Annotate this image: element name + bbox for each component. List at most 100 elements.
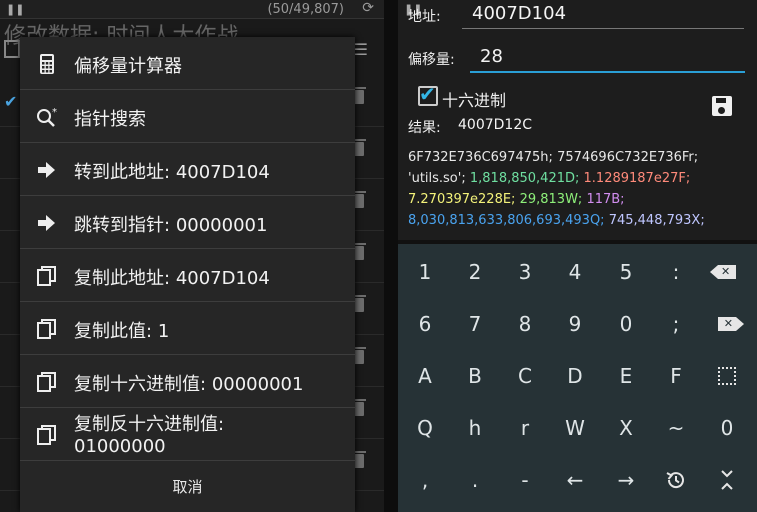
menu-item-value: 01000000 [74, 436, 166, 457]
copy-icon [36, 371, 58, 393]
result-counter: (50/49,807) [267, 2, 344, 17]
key-1[interactable]: 1 [400, 246, 450, 298]
key-minus[interactable]: - [500, 454, 550, 506]
key-5[interactable]: 5 [601, 246, 651, 298]
conversion-value: 745,448,793X; [608, 213, 705, 228]
pointer-search-icon: * [36, 106, 58, 128]
key-4[interactable]: 4 [550, 246, 600, 298]
menu-item-value: 00000001 [211, 374, 304, 395]
key-w[interactable]: W [550, 402, 600, 454]
result-value: 4007D12C [458, 117, 532, 133]
select-all-key[interactable] [702, 350, 752, 402]
backspace-icon [710, 246, 736, 298]
result-label: 结果: [408, 120, 441, 136]
menu-item-label: 复制此地址: [74, 268, 171, 289]
conversion-value: 1.1289187e27F; [583, 171, 691, 186]
conversion-value: 117B; [586, 192, 625, 207]
delete-key[interactable] [702, 298, 752, 350]
key-b[interactable]: B [450, 350, 500, 402]
copy-icon [36, 318, 58, 340]
hex-keyboard: 1 2 3 4 5 : 6 7 8 9 0 ; A B C D E F Q h … [398, 244, 757, 512]
address-input-underline [462, 28, 744, 29]
history-key[interactable] [651, 454, 701, 506]
menu-item-label: 转到此地址: [74, 162, 171, 183]
key-h[interactable]: h [450, 402, 500, 454]
save-icon[interactable] [712, 96, 732, 116]
key-f[interactable]: F [651, 350, 701, 402]
key-a[interactable]: A [400, 350, 450, 402]
key-7[interactable]: 7 [450, 298, 500, 350]
history-icon [666, 472, 684, 489]
cancel-button[interactable]: 取消 [20, 462, 355, 512]
conversion-value: 29,813W; [519, 192, 583, 207]
background-topbar: ❚❚ (50/49,807) ⟳ [0, 0, 384, 19]
key-e[interactable]: E [601, 350, 651, 402]
menu-item-value: 4007D104 [175, 268, 270, 289]
menu-item-offset-calculator[interactable]: 偏移量计算器 [20, 37, 355, 90]
menu-item-jump-to-pointer[interactable]: 跳转到指针: 00000001 [20, 196, 355, 249]
copy-icon [36, 265, 58, 287]
key-comma[interactable]: , [400, 454, 450, 506]
menu-item-value: 00000001 [175, 215, 268, 236]
menu-item-goto-address[interactable]: 转到此地址: 4007D104 [20, 143, 355, 196]
key-8[interactable]: 8 [500, 298, 550, 350]
collapse-icon [721, 470, 733, 490]
key-3[interactable]: 3 [500, 246, 550, 298]
calculator-icon [36, 53, 58, 75]
key-x[interactable]: X [601, 402, 651, 454]
pause-icon[interactable]: ❚❚ [6, 3, 24, 16]
panel-divider [384, 0, 398, 512]
copy-icon [36, 424, 58, 446]
hex-checkbox-label[interactable]: 十六进制 [442, 87, 506, 111]
key-6[interactable]: 6 [400, 298, 450, 350]
conversion-value: 7.270397e228E; [408, 192, 516, 207]
conversion-value: 1,818,850,421D; [469, 171, 580, 186]
menu-item-copy-value[interactable]: 复制此值: 1 [20, 302, 355, 355]
key-c[interactable]: C [500, 350, 550, 402]
key-2[interactable]: 2 [450, 246, 500, 298]
menu-item-copy-hex-value[interactable]: 复制十六进制值: 00000001 [20, 355, 355, 408]
menu-item-label: 跳转到指针: [74, 215, 171, 236]
select-all-icon [718, 367, 736, 385]
menu-item-label: 偏移量计算器 [74, 56, 182, 77]
svg-text:*: * [52, 107, 57, 118]
refresh-icon[interactable]: ⟳ [362, 0, 374, 16]
menu-item-copy-reverse-hex-value[interactable]: 复制反十六进制值: 01000000 [20, 408, 355, 461]
key-period[interactable]: . [450, 454, 500, 506]
address-input[interactable]: 4007D104 [472, 3, 566, 24]
key-9[interactable]: 9 [550, 298, 600, 350]
key-0[interactable]: 0 [601, 298, 651, 350]
key-zero-alt[interactable]: 0 [702, 402, 752, 454]
menu-item-label: 复制此值: [74, 321, 153, 342]
key-d[interactable]: D [550, 350, 600, 402]
copy-icon [4, 40, 20, 58]
backspace-key[interactable] [702, 246, 752, 298]
menu-icon: ☰ [353, 40, 368, 59]
hex-checkbox[interactable] [418, 82, 438, 106]
arrow-right-icon [36, 212, 58, 234]
menu-item-copy-address[interactable]: 复制此地址: 4007D104 [20, 249, 355, 302]
address-label: 地址: [408, 9, 441, 25]
conversion-value: 6F732E736C697475h; [408, 150, 553, 165]
key-cursor-right[interactable]: → [601, 454, 651, 506]
offset-input[interactable]: 28 [480, 46, 503, 67]
key-cursor-left[interactable]: ← [550, 454, 600, 506]
conversion-value: 7574696C732E736Fr; [557, 150, 699, 165]
menu-item-label: 复制反十六进制值: [74, 414, 225, 435]
key-tilde[interactable]: ~ [651, 402, 701, 454]
conversion-value: 'utils.so'; [408, 171, 466, 186]
menu-item-value: 4007D104 [175, 162, 270, 183]
backspace-icon [718, 317, 736, 331]
key-colon[interactable]: : [651, 246, 701, 298]
menu-item-value: 1 [157, 321, 170, 342]
key-semicolon[interactable]: ; [651, 298, 701, 350]
collapse-keyboard-key[interactable] [702, 454, 752, 506]
menu-item-label: 复制十六进制值: [74, 374, 207, 395]
menu-item-label: 指针搜索 [74, 109, 146, 130]
menu-item-pointer-search[interactable]: * 指针搜索 [20, 90, 355, 143]
offset-calculator-panel: ❚❚ 地址: 4007D104 偏移量: 28 十六进制 结果: 4007D12… [398, 0, 757, 240]
key-q[interactable]: Q [400, 402, 450, 454]
context-menu: 偏移量计算器 * 指针搜索 转到此地址: 4007D104 跳转到指针: 000… [20, 37, 355, 512]
key-r[interactable]: r [500, 402, 550, 454]
arrow-right-icon [36, 159, 58, 181]
